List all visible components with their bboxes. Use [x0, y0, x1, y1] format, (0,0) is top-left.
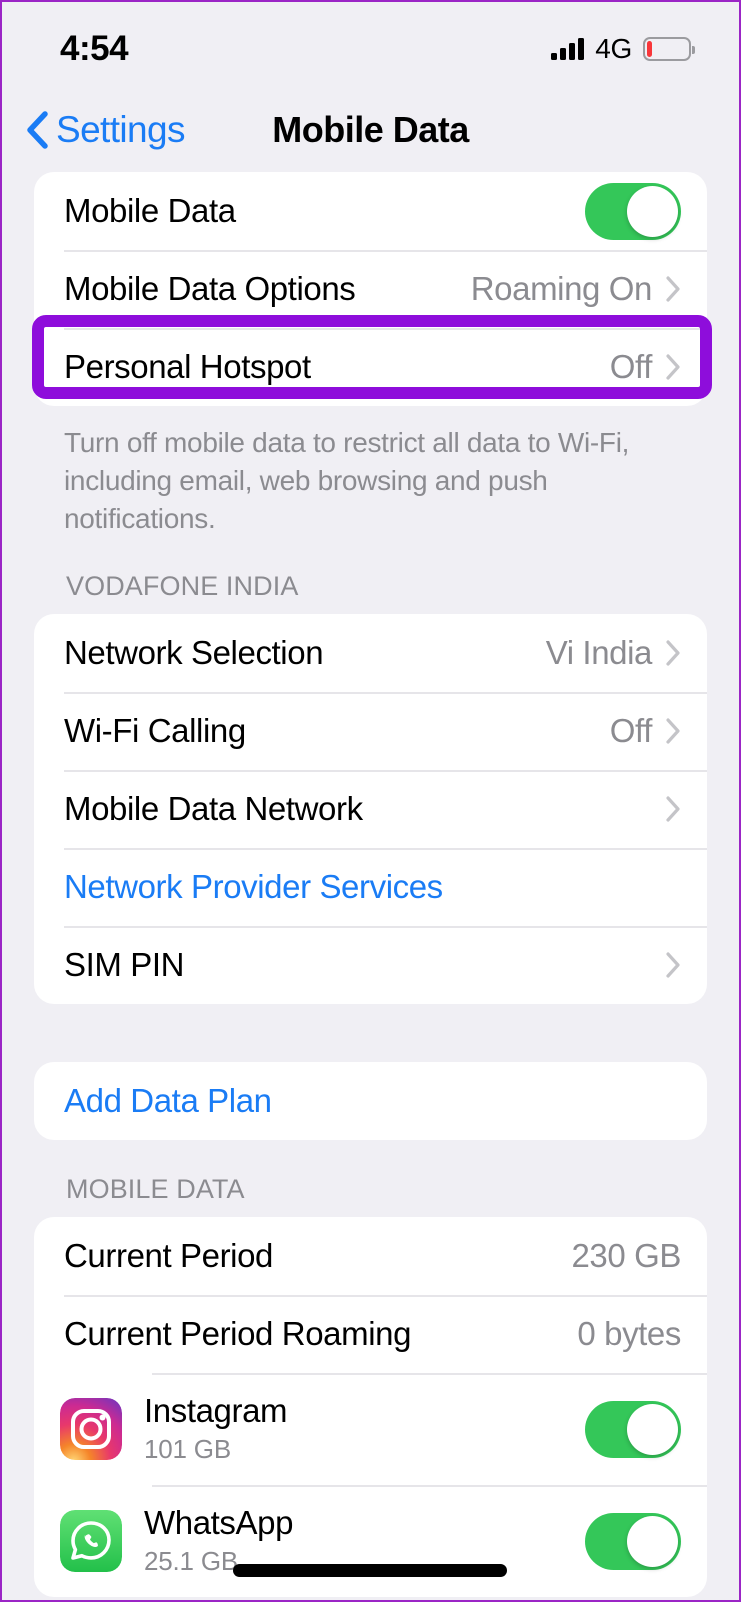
mobile-data-footer-note: Turn off mobile data to restrict all dat…: [64, 427, 630, 534]
row-label: Add Data Plan: [64, 1082, 272, 1120]
row-label: Mobile Data Options: [64, 270, 356, 307]
settings-content: Mobile Data Mobile Data Options Roaming …: [2, 172, 739, 1598]
row-mobile-data-network[interactable]: Mobile Data Network: [34, 770, 707, 848]
chevron-right-icon: [666, 640, 680, 666]
app-data-size: 101 GB: [144, 1434, 231, 1465]
row-label: Current Period Roaming: [64, 1315, 412, 1353]
row-value: Off: [609, 712, 653, 750]
status-bar-time: 4:54: [60, 29, 129, 68]
row-label: Wi-Fi Calling: [64, 712, 246, 750]
row-label: SIM PIN: [64, 946, 185, 984]
chevron-right-icon: [666, 952, 680, 978]
network-type-label: 4G: [595, 33, 632, 64]
row-value: Vi India: [545, 634, 653, 672]
row-personal-hotspot[interactable]: Personal Hotspot Off: [34, 328, 707, 406]
app-info: Instagram 101 GB: [144, 1392, 585, 1465]
instagram-icon: [60, 1398, 122, 1461]
row-current-period[interactable]: Current Period 230 GB: [34, 1217, 707, 1295]
row-value: Roaming On: [470, 270, 653, 307]
mobile-data-card: Mobile Data Mobile Data Options Roaming …: [34, 172, 707, 406]
whatsapp-icon: [60, 1510, 122, 1573]
section-header-mobile-data: MOBILE DATA: [66, 1174, 245, 1205]
row-mobile-data-options[interactable]: Mobile Data Options Roaming On: [34, 250, 707, 328]
add-data-plan-card: Add Data Plan: [34, 1062, 707, 1141]
row-label: Network Provider Services: [64, 868, 443, 906]
battery-low-icon: [643, 37, 695, 61]
navigation-bar: Settings Mobile Data: [2, 88, 739, 172]
mobile-data-usage-card: Current Period 230 GB Current Period Roa…: [34, 1217, 707, 1598]
chevron-right-icon: [666, 718, 680, 744]
app-name: WhatsApp: [144, 1504, 294, 1542]
row-label: Network Selection: [64, 634, 324, 672]
carrier-card: Network Selection Vi India Wi-Fi Calling…: [34, 614, 707, 1005]
chevron-right-icon: [666, 354, 680, 380]
whatsapp-data-toggle[interactable]: [585, 1512, 681, 1570]
row-add-data-plan[interactable]: Add Data Plan: [34, 1062, 707, 1140]
app-name: Instagram: [144, 1392, 288, 1430]
signal-bars-icon: [551, 38, 585, 60]
row-network-selection[interactable]: Network Selection Vi India: [34, 614, 707, 692]
mobile-data-toggle[interactable]: [585, 182, 681, 240]
home-indicator: [233, 1564, 507, 1577]
row-mobile-data[interactable]: Mobile Data: [34, 172, 707, 250]
status-bar-indicators: 4G: [551, 25, 695, 65]
row-label: Mobile Data: [64, 192, 236, 229]
chevron-left-icon: [27, 111, 48, 149]
chevron-right-icon: [666, 796, 680, 822]
row-value: 0 bytes: [577, 1315, 681, 1353]
row-label: Personal Hotspot: [64, 348, 311, 385]
row-label: Mobile Data Network: [64, 790, 363, 828]
instagram-data-toggle[interactable]: [585, 1400, 681, 1458]
back-button[interactable]: Settings: [26, 109, 186, 151]
row-value: 230 GB: [571, 1237, 681, 1275]
iphone-settings-screen: 4:54 4G Settings Mobile Data Mobile Data: [0, 0, 741, 1602]
row-wifi-calling[interactable]: Wi-Fi Calling Off: [34, 692, 707, 770]
row-current-period-roaming[interactable]: Current Period Roaming 0 bytes: [34, 1295, 707, 1373]
status-bar: 4:54 4G: [2, 2, 739, 88]
row-value: Off: [609, 348, 653, 385]
row-network-provider-services[interactable]: Network Provider Services: [34, 848, 707, 926]
chevron-right-icon: [666, 276, 680, 302]
section-header-carrier: VODAFONE INDIA: [66, 571, 299, 602]
back-button-label: Settings: [56, 109, 186, 150]
row-app-whatsapp[interactable]: WhatsApp 25.1 GB: [34, 1485, 707, 1597]
row-sim-pin[interactable]: SIM PIN: [34, 926, 707, 1004]
row-label: Current Period: [64, 1237, 273, 1275]
row-app-instagram[interactable]: Instagram 101 GB: [34, 1373, 707, 1485]
